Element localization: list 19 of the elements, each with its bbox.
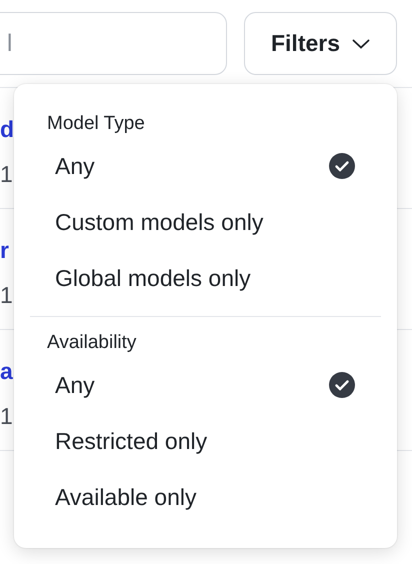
checkmark-icon xyxy=(329,372,355,398)
menu-option[interactable]: Custom models only xyxy=(30,194,381,250)
model-value: 1 xyxy=(0,282,13,309)
section-heading: Availability xyxy=(46,331,136,355)
model-value: 1 xyxy=(0,161,13,188)
menu-option[interactable]: Available only xyxy=(30,469,381,525)
model-value: 1 xyxy=(0,403,13,430)
menu-option[interactable]: Any xyxy=(30,138,381,194)
section-heading: Model Type xyxy=(46,112,145,136)
menu-option[interactable]: Global models only xyxy=(30,250,381,306)
menu-option[interactable]: Any xyxy=(30,357,381,413)
model-link[interactable]: a xyxy=(0,358,13,385)
filters-button[interactable]: Filters xyxy=(244,12,397,75)
chevron-down-icon xyxy=(352,38,370,48)
checkmark-icon xyxy=(329,153,355,179)
model-link[interactable]: d xyxy=(0,116,14,143)
model-link[interactable]: r xyxy=(0,237,9,264)
search-field[interactable]: l xyxy=(0,12,227,75)
menu-option[interactable]: Restricted only xyxy=(30,413,381,469)
